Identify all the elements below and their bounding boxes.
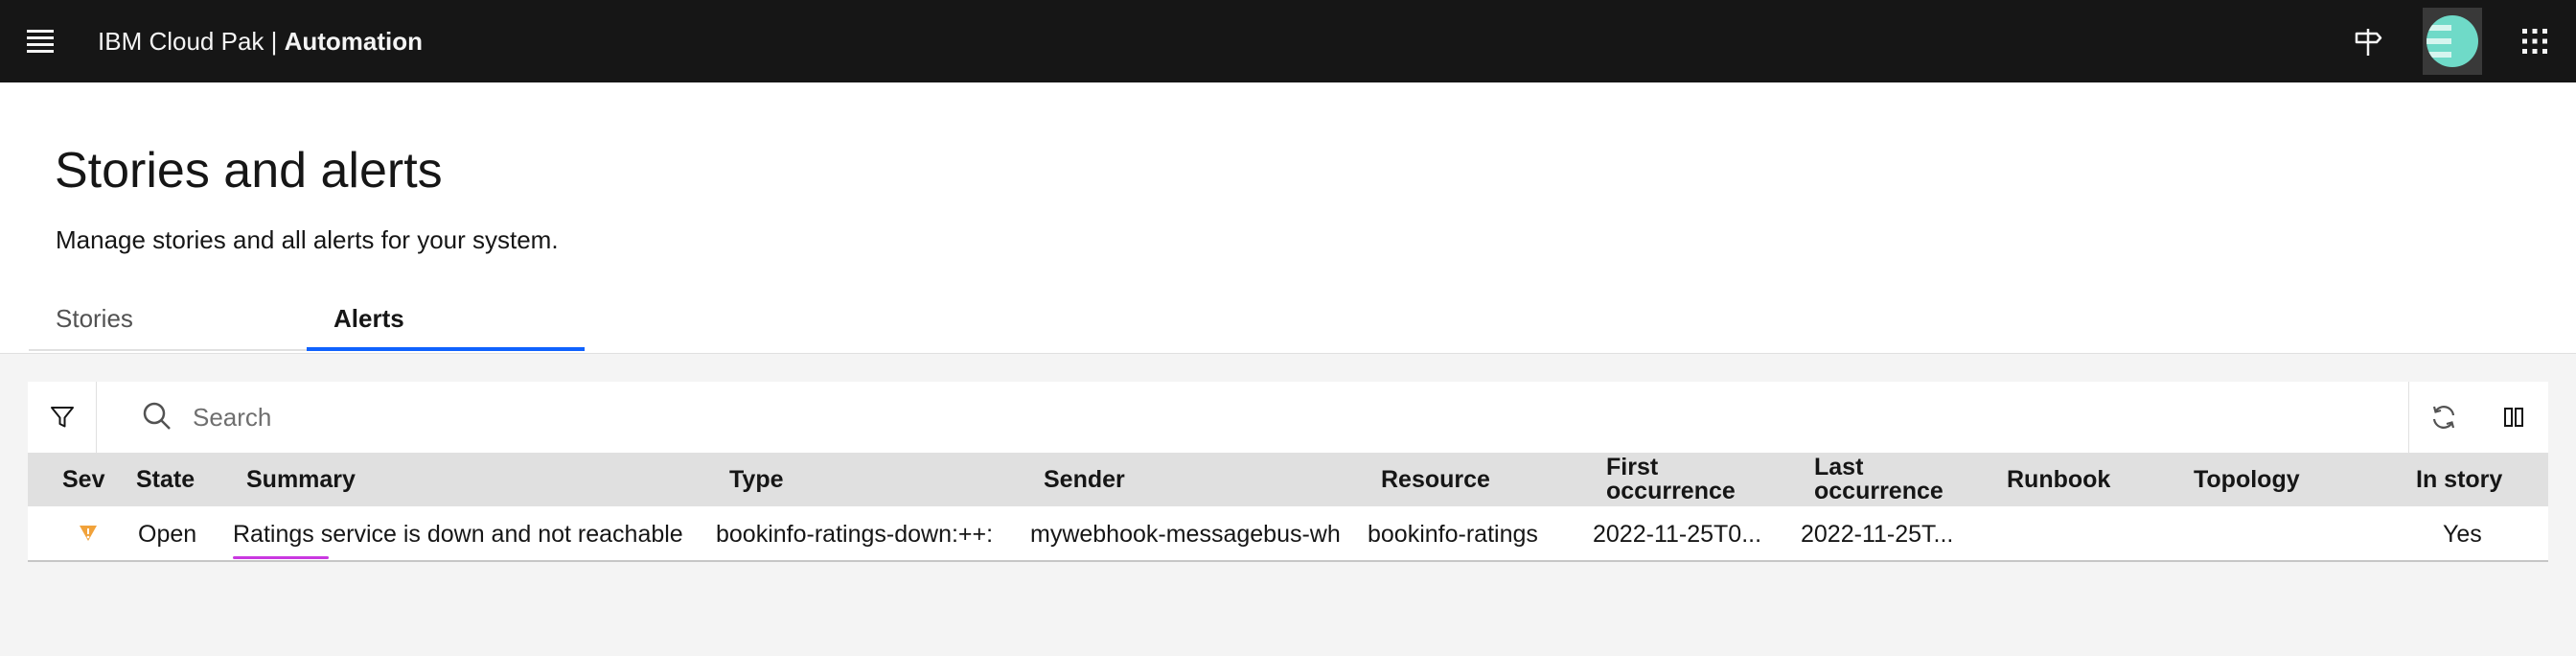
page-description: Manage stories and all alerts for your s… — [56, 225, 559, 254]
column-header-first-occurrence-line1: First — [1606, 454, 1659, 480]
column-header-last-occurrence[interactable]: Last occurrence — [1814, 456, 1944, 504]
cell-state: Open — [138, 521, 197, 548]
table-row[interactable]: Open Ratings service is down and not rea… — [28, 506, 2548, 562]
cell-first-occurrence: 2022-11-25T0... — [1593, 521, 1762, 548]
hamburger-menu-icon[interactable] — [21, 22, 59, 60]
column-header-type[interactable]: Type — [729, 467, 784, 492]
warning-triangle-icon — [80, 526, 97, 541]
top-navigation-bar: IBM Cloud Pak | Automation — [0, 0, 2576, 82]
page-title: Stories and alerts — [55, 143, 443, 199]
table-toolbar — [28, 382, 2548, 453]
refresh-button[interactable] — [2408, 382, 2478, 453]
signpost-icon[interactable] — [2341, 13, 2397, 69]
column-header-state[interactable]: State — [136, 467, 195, 492]
column-settings-button[interactable] — [2478, 382, 2548, 453]
tab-stories[interactable]: Stories — [29, 299, 307, 351]
product-title-prefix: IBM Cloud Pak | — [98, 27, 285, 56]
column-header-last-occurrence-line2: occurrence — [1814, 478, 1944, 504]
cell-summary[interactable]: Ratings service is down and not reachabl… — [233, 520, 683, 549]
column-header-last-occurrence-line1: Last — [1814, 454, 1864, 480]
column-header-first-occurrence-line2: occurrence — [1606, 478, 1736, 504]
filter-button[interactable] — [28, 382, 97, 453]
cell-in-story: Yes — [2443, 521, 2482, 548]
app-switcher-grid-icon[interactable] — [2507, 13, 2563, 69]
refresh-icon — [2432, 406, 2455, 429]
column-header-summary[interactable]: Summary — [246, 467, 356, 492]
column-header-runbook[interactable]: Runbook — [2007, 467, 2110, 492]
cell-resource: bookinfo-ratings — [1368, 521, 1538, 548]
search-field — [97, 382, 2435, 453]
user-avatar-button[interactable] — [2423, 8, 2482, 75]
product-title-name: Automation — [284, 27, 424, 56]
search-icon — [143, 402, 171, 430]
search-input[interactable] — [193, 395, 2397, 439]
avatar — [2426, 15, 2478, 67]
cell-last-occurrence: 2022-11-25T... — [1801, 521, 1954, 548]
summary-hover-underline — [233, 556, 329, 559]
column-header-in-story[interactable]: In story — [2416, 467, 2502, 492]
cell-type: bookinfo-ratings-down:++: — [716, 521, 994, 548]
column-header-first-occurrence[interactable]: First occurrence — [1606, 456, 1736, 504]
table-header: Sev State Summary Type Sender Resource F… — [28, 453, 2548, 506]
cell-sender: mywebhook-messagebus-wh — [1030, 521, 1341, 548]
tab-alerts[interactable]: Alerts — [307, 299, 585, 351]
product-title[interactable]: IBM Cloud Pak | Automation — [98, 25, 423, 58]
column-settings-icon — [2503, 408, 2523, 427]
filter-icon — [50, 407, 74, 428]
column-header-sender[interactable]: Sender — [1044, 467, 1125, 492]
column-header-topology[interactable]: Topology — [2194, 467, 2300, 492]
column-header-sev[interactable]: Sev — [62, 467, 104, 492]
column-header-resource[interactable]: Resource — [1381, 467, 1490, 492]
